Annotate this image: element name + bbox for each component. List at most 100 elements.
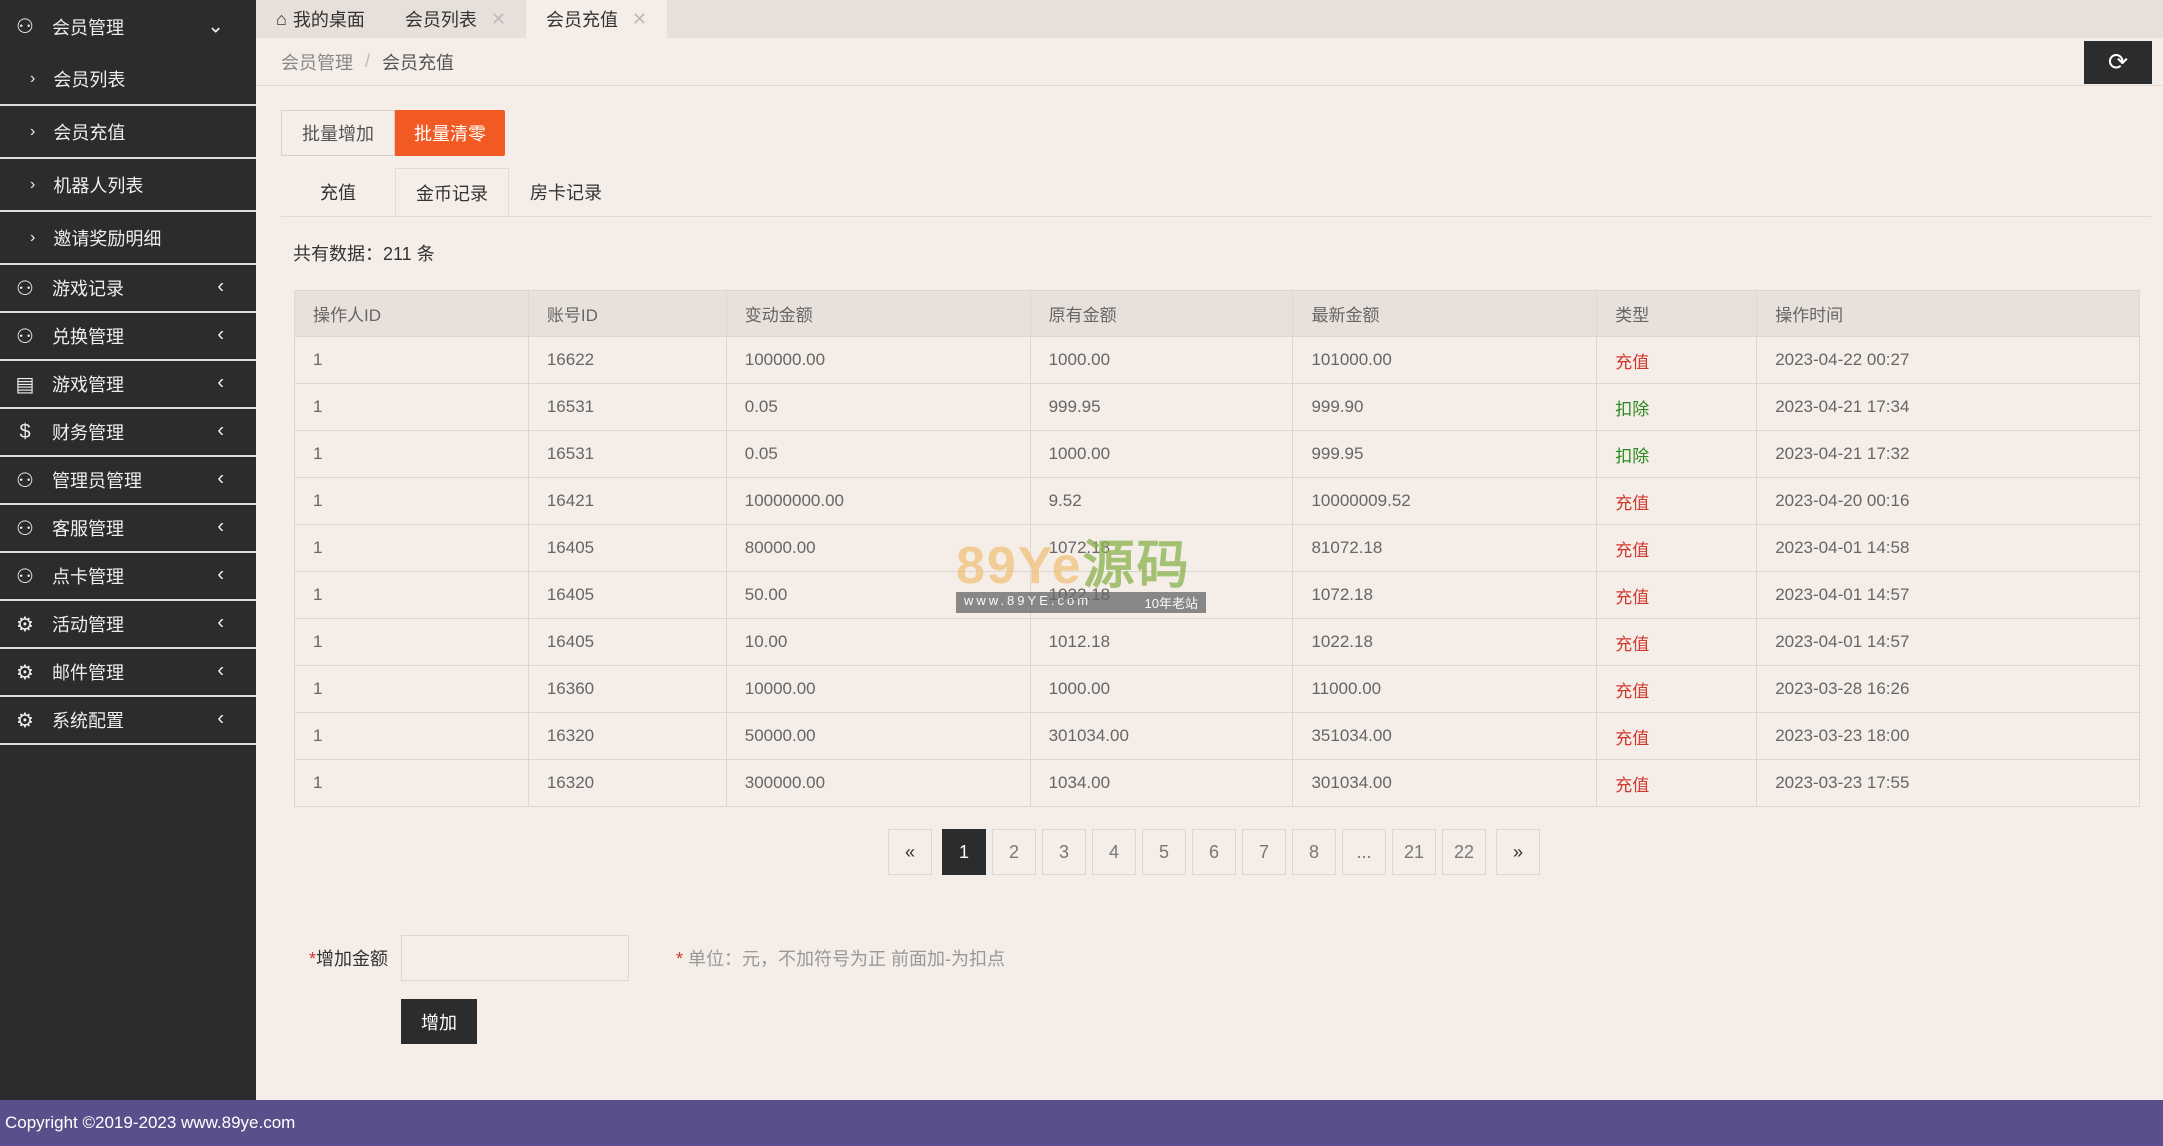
column-header: 变动金额 (725, 290, 1031, 337)
table-cell: 扣除 (1596, 383, 1758, 431)
chevron-right-icon: › (30, 228, 36, 246)
batch-add-button[interactable]: 批量增加 (281, 110, 395, 156)
table-cell: 1000.00 (1029, 336, 1294, 384)
table-cell: 1 (294, 477, 529, 525)
column-header: 操作人ID (294, 290, 529, 337)
sidebar-item[interactable]: ⚇ 点卡管理 ‹ (0, 553, 256, 601)
amount-input[interactable] (401, 935, 629, 981)
table-cell: 1 (294, 571, 529, 619)
table-cell: 2023-03-28 16:26 (1756, 665, 2140, 713)
page-button[interactable]: ... (1342, 829, 1386, 875)
amount-label: *增加金额 (309, 945, 388, 971)
close-icon[interactable]: ✕ (632, 9, 647, 30)
sidebar-item-label: 游戏记录 (52, 279, 124, 299)
sidebar-subitem[interactable]: › 邀请奖励明细 (0, 212, 256, 265)
batch-clear-button[interactable]: 批量清零 (395, 110, 505, 156)
page-button[interactable]: 22 (1442, 829, 1486, 875)
sidebar-item[interactable]: ⚙ 邮件管理 ‹ (0, 649, 256, 697)
table-cell: 16405 (527, 618, 727, 666)
table-cell: 2023-04-21 17:32 (1756, 430, 2140, 478)
table-cell: 16421 (527, 477, 727, 525)
table-cell: 80000.00 (725, 524, 1031, 572)
table-cell: 2023-03-23 18:00 (1756, 712, 2140, 760)
table-cell: 2023-04-21 17:34 (1756, 383, 2140, 431)
table-cell: 2023-03-23 17:55 (1756, 759, 2140, 807)
page-button[interactable]: 6 (1192, 829, 1236, 875)
sidebar-subitem[interactable]: › 机器人列表 (0, 159, 256, 212)
table-cell: 充值 (1596, 336, 1758, 384)
sidebar-item[interactable]: ⚇ 管理员管理 ‹ (0, 457, 256, 505)
sidebar-subitem[interactable]: › 会员充值 (0, 106, 256, 159)
sidebar: ⚇ 会员管理 ⌄ › 会员列表 › 会员充值 › 机器人列表 › 邀请奖励明细 ⚇ 游戏记录 ‹ ⚇… (0, 0, 256, 1100)
tab-coin-records[interactable]: 金币记录 (395, 168, 509, 218)
chevron-right-icon: › (30, 175, 36, 193)
table-cell: 301034.00 (1029, 712, 1294, 760)
pagination: «1 2 3 4 5 6 7 8... 21 22» (884, 829, 1544, 875)
tab-recharge[interactable]: 充值 (281, 168, 395, 216)
page-button[interactable]: 7 (1242, 829, 1286, 875)
chevron-left-icon: ‹ (217, 467, 224, 490)
table-cell: 1072.18 (1029, 524, 1294, 572)
table-cell: 0.05 (725, 383, 1031, 431)
tab-member-recharge[interactable]: 会员充值 ✕ (525, 0, 668, 38)
table-cell: 0.05 (725, 430, 1031, 478)
page-button[interactable]: 21 (1392, 829, 1436, 875)
sidebar-item[interactable]: ⚙ 系统配置 ‹ (0, 697, 256, 745)
table-cell: 1022.18 (1029, 571, 1294, 619)
page-button[interactable]: 1 (942, 829, 986, 875)
tab-member-list[interactable]: 会员列表 ✕ (385, 0, 526, 38)
next-page-button[interactable]: » (1496, 829, 1540, 875)
chevron-left-icon: ‹ (217, 659, 224, 682)
footer: Copyright ©2019-2023 www.89ye.com (0, 1100, 2163, 1146)
sidebar-item[interactable]: ⚙ 活动管理 ‹ (0, 601, 256, 649)
breadcrumb-parent[interactable]: 会员管理 (281, 49, 353, 75)
add-button[interactable]: 增加 (401, 999, 477, 1044)
page-button[interactable]: 5 (1142, 829, 1186, 875)
hint-text: 单位：元，不加符号为正 前面加-为扣点 (683, 949, 1006, 969)
refresh-button[interactable]: ⟳ (2084, 41, 2152, 84)
table-cell: 1 (294, 665, 529, 713)
table-cell: 扣除 (1596, 430, 1758, 478)
table-cell: 2023-04-20 00:16 (1756, 477, 2140, 525)
page-button[interactable]: 8 (1292, 829, 1336, 875)
chevron-right-icon: › (30, 122, 36, 140)
sidebar-subitem[interactable]: › 会员列表 (0, 53, 256, 106)
table-cell: 2023-04-01 14:57 (1756, 618, 2140, 666)
table-cell: 充值 (1596, 618, 1758, 666)
tab-bar: ⌂ 我的桌面 会员列表 ✕ 会员充值 ✕ (256, 0, 2163, 38)
table-row: 1 16360 10000.00 1000.00 11000.00 充值 2023-03-2… (294, 665, 2140, 713)
breadcrumb-current: 会员充值 (382, 52, 455, 73)
sidebar-item[interactable]: ⚇ 客服管理 ‹ (0, 505, 256, 553)
record-tabs: 充值 金币记录 房卡记录 (281, 168, 2151, 218)
table-cell: 1 (294, 712, 529, 760)
sidebar-item[interactable]: ⚇ 兑换管理 ‹ (0, 313, 256, 361)
amount-label-text: 增加金额 (316, 949, 389, 969)
close-icon[interactable]: ✕ (491, 9, 506, 30)
tab-label: 会员充值 (545, 10, 618, 30)
chevron-right-icon: › (30, 69, 36, 87)
table-cell: 50000.00 (725, 712, 1031, 760)
chevron-left-icon: ‹ (217, 275, 224, 298)
page-button[interactable]: 4 (1092, 829, 1136, 875)
user-icon: ⚇ (16, 325, 34, 348)
table-cell: 999.95 (1029, 383, 1294, 431)
sidebar-item[interactable]: $ 财务管理 ‹ (0, 409, 256, 457)
user-icon: ⚇ (16, 565, 34, 588)
table-cell: 1000.00 (1029, 430, 1294, 478)
prev-page-button[interactable]: « (888, 829, 932, 875)
sidebar-item[interactable]: ▤ 游戏管理 ‹ (0, 361, 256, 409)
sidebar-item-label: 邮件管理 (52, 663, 124, 683)
tab-desktop[interactable]: ⌂ 我的桌面 (256, 0, 385, 38)
table-row: 1 16320 50000.00 301034.00 351034.00 充值 2023-0… (294, 712, 2140, 760)
tab-room-card-records[interactable]: 房卡记录 (509, 168, 623, 216)
sidebar-item-member-management[interactable]: ⚇ 会员管理 ⌄ (0, 0, 256, 53)
table-cell: 16405 (527, 571, 727, 619)
table-cell: 16531 (527, 430, 727, 478)
column-header: 类型 (1596, 290, 1758, 337)
tab-label: 我的桌面 (292, 10, 365, 30)
page-button[interactable]: 2 (992, 829, 1036, 875)
chevron-left-icon: ‹ (217, 611, 224, 634)
sidebar-item[interactable]: ⚇ 游戏记录 ‹ (0, 265, 256, 313)
table-cell: 10000009.52 (1292, 477, 1598, 525)
page-button[interactable]: 3 (1042, 829, 1086, 875)
